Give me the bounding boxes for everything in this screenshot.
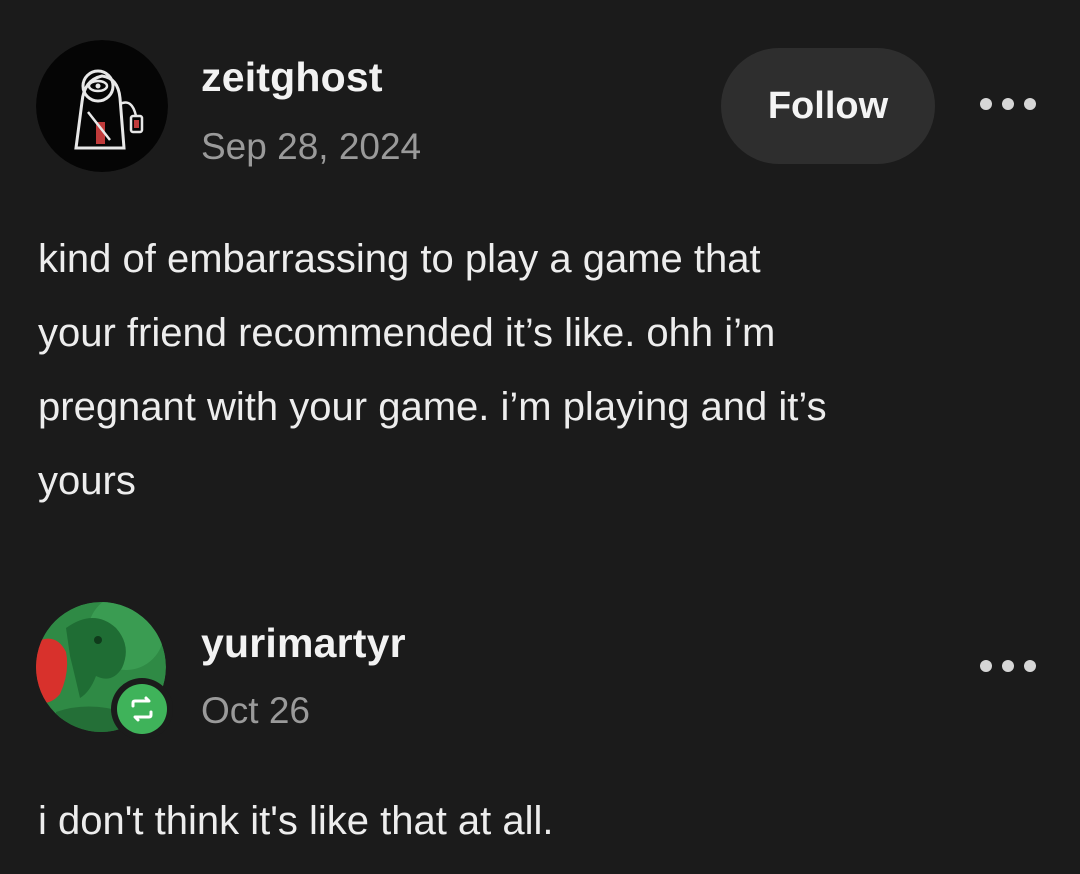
post-body: kind of embarrassing to play a game that…	[38, 222, 1058, 518]
reblog-author-username[interactable]: yurimartyr	[201, 620, 406, 667]
post-body-line: your friend recommended it’s like. ohh i…	[38, 311, 776, 355]
lantern-figure-avatar-icon	[36, 40, 168, 172]
post-body-line: yours	[38, 459, 136, 503]
post-author-username[interactable]: zeitghost	[201, 54, 383, 101]
reblog-badge-inner	[117, 684, 167, 734]
post-body-line: pregnant with your game. i’m playing and…	[38, 385, 827, 429]
post-body-line: kind of embarrassing to play a game that	[38, 237, 761, 281]
reblog-more-options-button[interactable]	[980, 654, 1036, 678]
more-options-icon	[980, 98, 992, 110]
reblog-date[interactable]: Oct 26	[201, 690, 310, 732]
more-options-icon-dot	[1002, 98, 1014, 110]
more-options-icon-dot	[1024, 98, 1036, 110]
more-options-icon	[980, 660, 992, 672]
zeitghost-avatar[interactable]	[36, 40, 168, 172]
reblog-icon	[131, 696, 153, 722]
reblog-body: i don't think it's like that at all.	[38, 799, 554, 843]
follow-button[interactable]: Follow	[721, 48, 935, 164]
post-more-options-button[interactable]	[980, 92, 1036, 116]
more-options-icon-dot	[1002, 660, 1014, 672]
reblog-badge	[111, 678, 173, 740]
post-date[interactable]: Sep 28, 2024	[201, 126, 421, 168]
more-options-icon-dot	[1024, 660, 1036, 672]
